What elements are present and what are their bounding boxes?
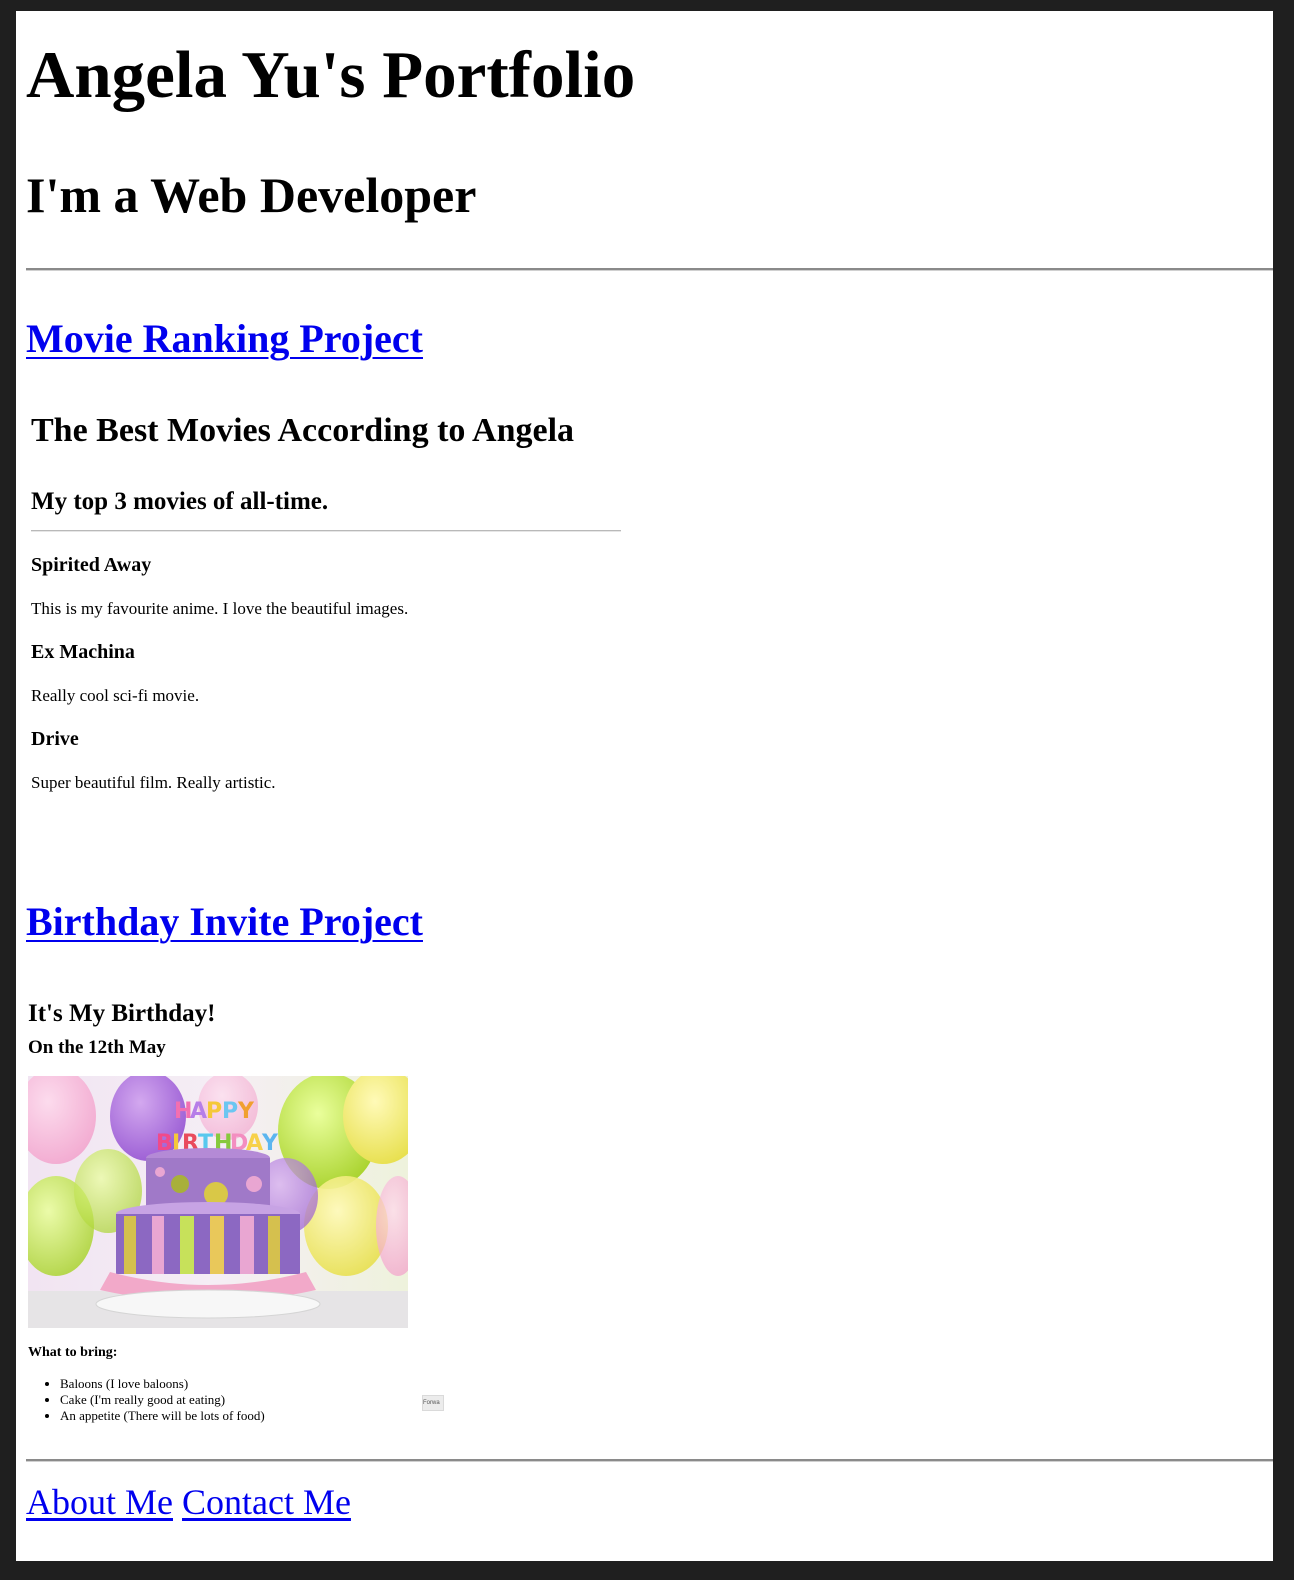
svg-text:Y: Y — [237, 1099, 255, 1124]
header-divider — [26, 268, 1273, 271]
movie-page-title: The Best Movies According to Angela — [31, 412, 575, 449]
movie-divider — [31, 530, 621, 532]
movie-description: This is my favourite anime. I love the b… — [31, 599, 409, 618]
bring-title: What to bring: — [28, 1345, 118, 1360]
movie-name: Spirited Away — [31, 554, 152, 576]
movie-page-subtitle: My top 3 movies of all-time. — [31, 488, 329, 515]
movie-ranking-project-link[interactable]: Movie Ranking Project — [26, 316, 423, 362]
birthday-invite-project-link[interactable]: Birthday Invite Project — [26, 899, 423, 945]
movie-description: Really cool sci-fi movie. — [31, 686, 200, 705]
birthday-date: On the 12th May — [28, 1037, 166, 1058]
bring-list: Baloons (I love baloons) Cake (I'm reall… — [28, 1376, 265, 1424]
list-item: An appetite (There will be lots of food) — [60, 1408, 265, 1424]
movie-name: Ex Machina — [31, 641, 135, 663]
svg-text:P: P — [222, 1099, 238, 1124]
footer-nav: About Me Contact Me — [26, 1481, 351, 1523]
svg-text:A: A — [190, 1099, 207, 1124]
movie-name: Drive — [31, 728, 79, 750]
birthday-cake-image: H A P P Y B I R T H D A Y — [28, 1076, 408, 1328]
contact-me-link[interactable]: Contact Me — [182, 1482, 351, 1522]
list-item: Baloons (I love baloons) — [60, 1376, 265, 1392]
page-title: Angela Yu's Portfolio — [26, 38, 636, 112]
birthday-title: It's My Birthday! — [28, 1000, 216, 1027]
forward-button[interactable]: Forwa — [422, 1395, 444, 1411]
list-item: Cake (I'm really good at eating) — [60, 1392, 265, 1408]
footer-divider — [26, 1459, 1273, 1462]
page: Angela Yu's Portfolio I'm a Web Develope… — [16, 11, 1273, 1561]
svg-text:Y: Y — [261, 1131, 279, 1156]
about-me-link[interactable]: About Me — [26, 1482, 173, 1522]
page-subtitle: I'm a Web Developer — [26, 167, 477, 223]
svg-text:P: P — [206, 1099, 222, 1124]
movie-description: Super beautiful film. Really artistic. — [31, 773, 276, 792]
